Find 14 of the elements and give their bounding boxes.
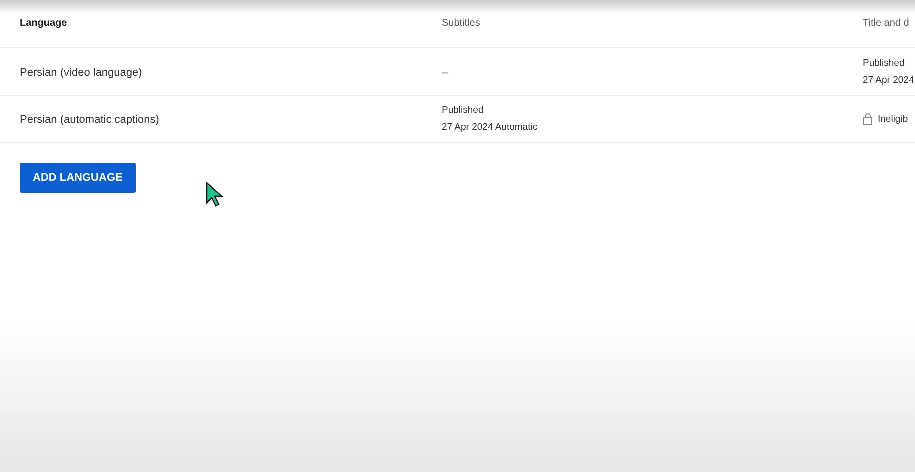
table-cell: Persian (video language) (20, 66, 142, 78)
column-header: Title and d (863, 18, 910, 29)
add-language-button[interactable]: ADD LANGUAGE (20, 163, 136, 193)
status-text: Published (863, 56, 906, 70)
column-header: Subtitles (442, 18, 482, 29)
lock-icon (863, 113, 873, 125)
table-cell: – (442, 66, 448, 78)
date-text: 27 Apr 2024 (863, 74, 915, 88)
status-text: Ineligib (878, 112, 908, 126)
cursor-icon (206, 182, 224, 208)
column-header: Language (20, 18, 68, 29)
status-text: Published (442, 104, 485, 118)
table-cell: Persian (automatic captions) (20, 114, 160, 126)
date-text: 27 Apr 2024 Automatic (442, 121, 539, 135)
